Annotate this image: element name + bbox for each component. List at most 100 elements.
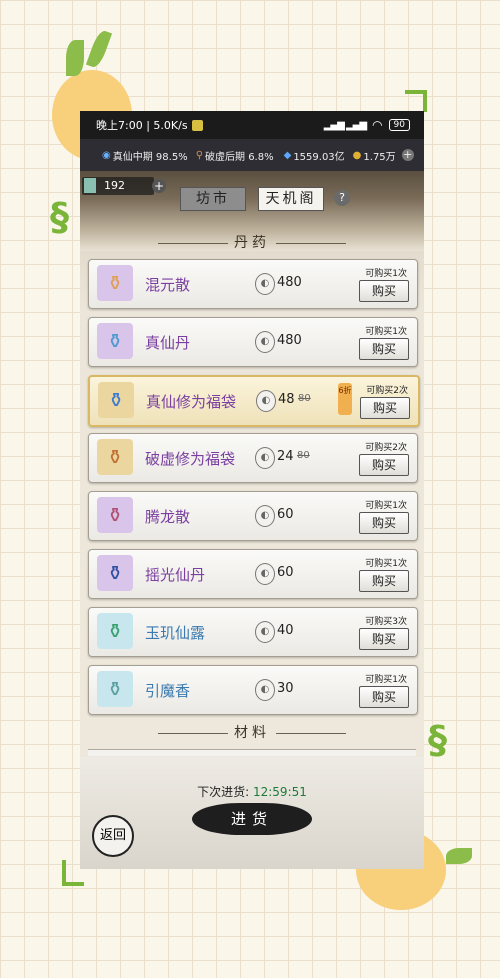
shop-item-row: ⚱ 摇光仙丹 ◐ 60 可购买1次 购买: [88, 549, 418, 599]
item-name: 混元散: [145, 276, 191, 294]
discount-tag: 6折: [338, 383, 352, 415]
item-name: 摇光仙丹: [145, 566, 206, 584]
purchase-limit: 可购买1次: [365, 269, 407, 279]
item-icon: ⚱: [98, 382, 134, 418]
item-name: 引魔香: [145, 682, 191, 700]
buy-button[interactable]: 购买: [359, 512, 409, 534]
item-picture: ⚱: [106, 619, 124, 643]
tab-pavilion[interactable]: 天机阁: [258, 187, 324, 211]
cultivation-icon: ◉: [102, 149, 111, 161]
item-name: 破虚修为福袋: [145, 450, 236, 468]
phone-screen: 晚上7:00 | 5.0K/s ▂▄▆ ▂▄▆ ◠ 90 ◉ 真仙中期 98.5…: [80, 111, 424, 869]
back-button-label: 返回: [99, 828, 126, 843]
buy-button[interactable]: 购买: [359, 628, 409, 650]
wifi-icon: ◠: [372, 118, 383, 132]
spirit-coin-icon: ◐: [255, 331, 275, 353]
item-icon: ⚱: [97, 497, 133, 533]
signal-icon: ▂▄▆ ▂▄▆: [323, 119, 367, 131]
item-price: 60: [277, 507, 294, 522]
item-icon: ⚱: [97, 555, 133, 591]
restock-button[interactable]: 进货: [192, 803, 312, 835]
help-button[interactable]: ?: [334, 190, 350, 206]
breakthrough-progress: 破虚后期 6.8%: [205, 151, 274, 163]
buy-button[interactable]: 购买: [359, 570, 409, 592]
buy-button[interactable]: 购买: [360, 397, 410, 419]
bottom-panel: 下次进货: 12:59:51 进货 返回: [80, 757, 424, 869]
breakthrough-icon: ⚲: [195, 149, 204, 161]
section-pills-label: 丹药: [234, 235, 270, 251]
gold-icon: ●: [352, 149, 362, 161]
item-name: 真仙丹: [145, 334, 191, 352]
back-button[interactable]: 返回: [92, 815, 134, 857]
item-name: 玉玑仙露: [145, 624, 206, 642]
spirit-coin-icon: ◐: [255, 273, 275, 295]
status-bar: 晚上7:00 | 5.0K/s ▂▄▆ ▂▄▆ ◠ 90: [80, 111, 424, 139]
restock-timer: 下次进货: 12:59:51: [80, 783, 424, 800]
purchase-limit: 可购买2次: [365, 443, 407, 453]
section-materials-label: 材料: [234, 725, 270, 741]
buy-button[interactable]: 购买: [359, 686, 409, 708]
spirit-coin-icon: ◐: [255, 621, 275, 643]
battery-indicator: 90: [388, 119, 410, 131]
decor-swirl-left: §: [50, 195, 69, 239]
item-picture: ⚱: [106, 271, 124, 295]
item-price: 40: [277, 623, 294, 638]
item-name: 腾龙散: [145, 508, 191, 526]
spirit-stone-amount: 1559.03亿: [293, 151, 345, 163]
item-price: 30: [277, 681, 294, 696]
shop-item-row: ⚱ 真仙丹 ◐ 480 可购买1次 购买: [88, 317, 418, 367]
jade-icon: [84, 178, 96, 193]
item-picture: ⚱: [106, 329, 124, 353]
item-price: 24: [277, 449, 294, 464]
buy-button[interactable]: 购买: [359, 280, 409, 302]
spirit-coin-icon: ◐: [255, 563, 275, 585]
spirit-coin-icon: ◐: [255, 505, 275, 527]
purchase-limit: 可购买3次: [365, 617, 407, 627]
materials-row-peek: [88, 749, 416, 756]
item-icon: ⚱: [97, 613, 133, 649]
item-icon: ⚱: [97, 323, 133, 359]
jade-counter: 192: [82, 177, 154, 195]
decor-leaf-3: [446, 848, 472, 864]
decor-swirl-right: §: [428, 718, 447, 762]
item-price: 48: [278, 392, 295, 407]
item-picture: ⚱: [106, 677, 124, 701]
purchase-limit: 可购买1次: [365, 559, 407, 569]
item-price: 480: [277, 333, 302, 348]
jade-count: 192: [104, 179, 125, 192]
buy-button[interactable]: 购买: [359, 338, 409, 360]
shop-item-row: ⚱ 真仙修为福袋 ◐ 48 80 6折 可购买2次 购买: [88, 375, 420, 427]
add-resource-button[interactable]: +: [401, 149, 414, 161]
section-title-pills: 丹药: [80, 232, 424, 252]
purchase-limit: 可购买1次: [365, 675, 407, 685]
tab-market[interactable]: 坊市: [180, 187, 246, 211]
item-old-price: 80: [297, 450, 310, 461]
decor-leaf-2: [85, 28, 113, 70]
add-jade-button[interactable]: +: [152, 179, 166, 193]
item-icon: ⚱: [97, 671, 133, 707]
shop-item-row: ⚱ 引魔香 ◐ 30 可购买1次 购买: [88, 665, 418, 715]
restock-time: 12:59:51: [252, 785, 307, 799]
restock-label: 下次进货:: [197, 785, 250, 799]
shop-item-row: ⚱ 腾龙散 ◐ 60 可购买1次 购买: [88, 491, 418, 541]
item-price: 60: [277, 565, 294, 580]
decor-leaf-1: [66, 40, 84, 76]
item-picture: ⚱: [106, 503, 124, 527]
item-icon: ⚱: [97, 439, 133, 475]
item-price: 480: [277, 275, 302, 290]
resource-bar: ◉ 真仙中期 98.5% ⚲ 破虚后期 6.8% ◆ 1559.03亿 ● 1.…: [80, 139, 424, 171]
item-picture: ⚱: [106, 445, 124, 469]
spirit-stone-icon: ◆: [283, 149, 292, 161]
spirit-coin-icon: ◐: [255, 679, 275, 701]
spirit-coin-icon: ◐: [256, 390, 276, 412]
purchase-limit: 可购买2次: [366, 386, 408, 396]
item-icon: ⚱: [97, 265, 133, 301]
item-name: 真仙修为福袋: [146, 393, 237, 411]
shop-item-row: ⚱ 破虚修为福袋 ◐ 24 80 可购买2次 购买: [88, 433, 418, 483]
buy-button[interactable]: 购买: [359, 454, 409, 476]
purchase-limit: 可购买1次: [365, 501, 407, 511]
decor-bracket-tr: [405, 90, 427, 112]
spirit-coin-icon: ◐: [255, 447, 275, 469]
item-old-price: 80: [298, 393, 311, 404]
status-time: 晚上7:00 | 5.0K/s: [96, 119, 188, 132]
